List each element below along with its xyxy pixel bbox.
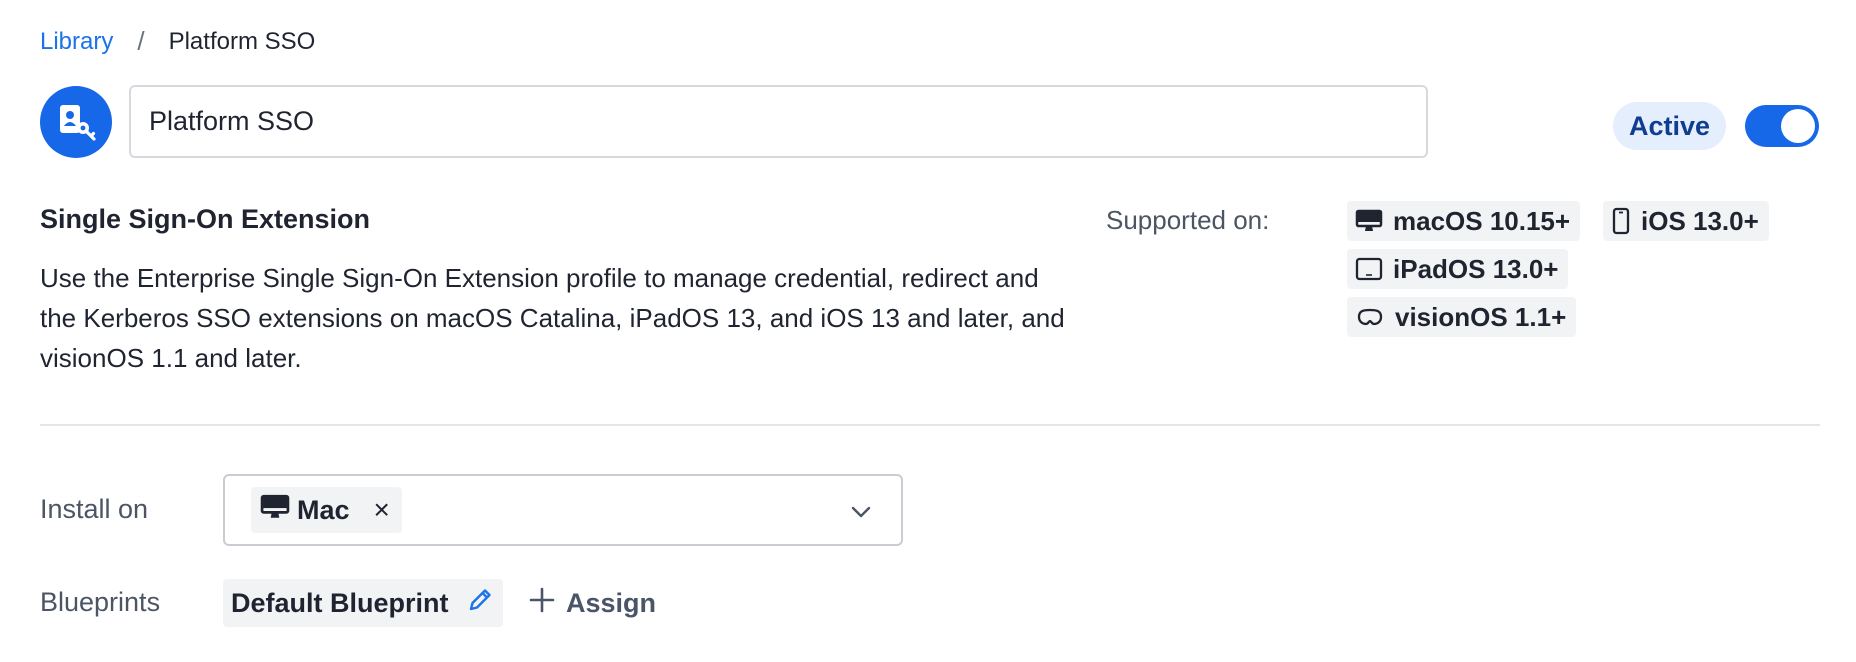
platform-label: visionOS 1.1+ — [1395, 301, 1567, 332]
blueprint-chip: Default Blueprint — [223, 579, 503, 627]
blueprints-label: Blueprints — [40, 587, 161, 617]
tag-label: Mac — [297, 494, 350, 525]
breadcrumb: Library / Platform SSO — [40, 26, 315, 57]
platform-chip-visionos: visionOS 1.1+ — [1347, 297, 1577, 337]
platform-label: macOS 10.15+ — [1393, 205, 1571, 236]
breadcrumb-current: Platform SSO — [168, 27, 316, 55]
supported-on-label: Supported on: — [1106, 205, 1270, 235]
breadcrumb-separator: / — [137, 26, 145, 56]
profile-name-input[interactable] — [129, 85, 1428, 158]
section-divider — [40, 424, 1820, 426]
plus-icon — [528, 586, 556, 621]
platform-label: iOS 13.0+ — [1641, 205, 1759, 236]
blueprint-name: Default Blueprint — [231, 587, 449, 618]
sso-extension-icon — [40, 86, 112, 158]
extension-description: Use the Enterprise Single Sign-On Extens… — [40, 263, 1065, 373]
active-toggle[interactable] — [1745, 105, 1819, 147]
desktop-icon — [259, 493, 291, 528]
breadcrumb-library-link[interactable]: Library — [40, 28, 113, 56]
remove-tag-button[interactable]: × — [374, 494, 390, 526]
toggle-knob — [1781, 109, 1815, 143]
library-item-page: Library / Platform SSO Active Single Sig… — [0, 0, 1856, 662]
pencil-icon[interactable] — [465, 585, 495, 622]
chevron-down-icon[interactable] — [849, 500, 873, 529]
desktop-icon — [1355, 208, 1383, 234]
platform-chip-ios: iOS 13.0+ — [1603, 201, 1769, 241]
platform-label: iPadOS 13.0+ — [1393, 253, 1559, 284]
phone-icon — [1611, 207, 1631, 235]
install-on-label: Install on — [40, 494, 149, 524]
assign-label: Assign — [566, 587, 657, 618]
status-badge: Active — [1613, 102, 1727, 150]
assign-button[interactable]: Assign — [528, 580, 656, 626]
tablet-icon — [1355, 257, 1383, 281]
platform-chip-macos: macOS 10.15+ — [1347, 201, 1581, 241]
platform-chip-ipados: iPadOS 13.0+ — [1347, 249, 1569, 289]
selected-device-tag: Mac × — [251, 487, 402, 533]
install-on-select[interactable]: Mac × — [223, 474, 903, 546]
extension-title: Single Sign-On Extension — [40, 204, 371, 234]
vision-headset-icon — [1355, 306, 1385, 328]
